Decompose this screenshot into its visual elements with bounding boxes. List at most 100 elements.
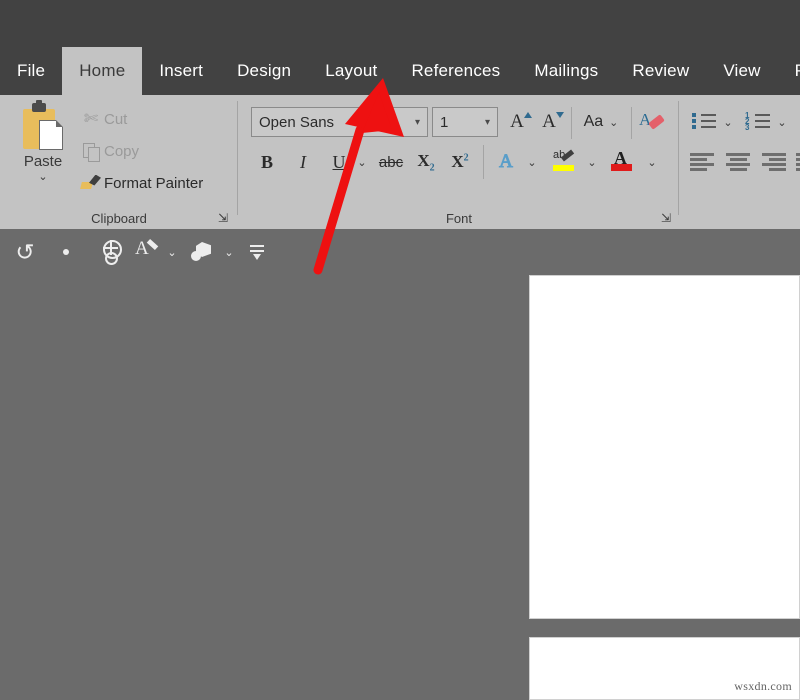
font-group-label: Font [239,211,679,226]
font-name-input[interactable]: Open Sans ▾ [251,107,428,137]
justify-icon [796,152,800,170]
cut-label: Cut [104,111,127,128]
align-right-button[interactable] [760,149,790,173]
clipboard-group-label: Clipboard [0,211,238,226]
tab-design[interactable]: Design [220,47,308,95]
tab-insert[interactable]: Insert [142,47,220,95]
align-center-icon [726,152,752,170]
font-color-dropdown-icon[interactable]: ⌄ [643,149,661,175]
text-style-dropdown-icon[interactable]: ⌄ [163,238,181,266]
align-center-button[interactable] [724,149,754,173]
highlighter-icon: ab [552,149,576,173]
font-name-dropdown-icon[interactable]: ▾ [415,117,427,128]
underline-dropdown-icon[interactable]: ⌄ [353,149,371,175]
group-separator [678,101,679,215]
undo-icon[interactable]: ↺ [12,238,38,266]
tab-file[interactable]: File [0,47,62,95]
font-name-value: Open Sans [252,114,415,131]
underline-button[interactable]: U [325,147,353,177]
ribbon-tab-strip: File Home Insert Design Layout Reference… [0,0,800,95]
scissors-icon: ✄ [78,109,104,129]
shrink-font-button[interactable]: A [536,108,562,136]
separator-dot-icon[interactable] [60,238,72,266]
tab-partial[interactable]: P [778,47,800,95]
subscript-button[interactable]: X2 [411,147,441,177]
font-color-icon: A [611,149,633,173]
tab-view[interactable]: View [706,47,777,95]
justify-button[interactable] [794,149,800,173]
format-painter-icon [78,175,104,192]
watermark-text: wsxdn.com [734,679,792,694]
text-effects-icon: A [499,151,513,173]
shrink-font-icon: A [542,111,556,133]
font-dialog-launcher-icon[interactable]: ⇲ [661,211,671,225]
bullets-button[interactable] [688,109,718,135]
sort-filter-icon[interactable] [246,238,268,266]
text-effects-button[interactable]: A [491,147,521,177]
bold-label: B [261,152,273,173]
underline-label: U [333,152,346,173]
ribbon-group-paragraph: ⌄ 1 2 3 ⌄ [680,95,800,229]
ribbon-group-clipboard: Paste ⌄ ✄ Cut Copy For [0,95,238,229]
font-size-dropdown-icon[interactable]: ▾ [485,117,497,128]
italic-button[interactable]: I [289,147,317,177]
document-page-1[interactable] [529,275,800,619]
text-style-icon[interactable]: A [132,238,160,266]
paste-button-label: Paste [24,153,62,170]
italic-label: I [300,152,306,173]
cut-button[interactable]: ✄ Cut [78,103,233,135]
change-case-dropdown-icon[interactable]: ⌄ [609,116,618,129]
document-canvas[interactable]: wsxdn.com [0,275,800,700]
secondary-toolbar: ↺ A ⌄ ⌄ [0,229,800,275]
strikethrough-button[interactable]: abc [375,147,407,177]
paste-button[interactable]: Paste ⌄ [12,101,74,209]
superscript-label: X2 [451,152,468,172]
paste-icon [21,103,65,151]
numbering-button[interactable]: 1 2 3 [742,109,772,135]
ribbon: Paste ⌄ ✄ Cut Copy For [0,95,800,229]
group-separator [237,101,238,215]
hyperlink-globe-icon[interactable] [98,238,126,266]
change-case-label: Aa [584,113,604,131]
shapes-3d-dropdown-icon[interactable]: ⌄ [220,238,238,266]
subscript-label: X2 [417,151,434,173]
copy-button[interactable]: Copy [78,135,233,167]
align-left-icon [690,152,716,170]
font-separator-1 [571,107,572,139]
clipboard-command-list: ✄ Cut Copy Format Painter [78,103,233,199]
font-color-button[interactable]: A [607,145,637,177]
copy-label: Copy [104,143,139,160]
font-separator-3 [483,145,484,179]
font-size-value: 1 [433,114,485,131]
format-painter-button[interactable]: Format Painter [78,167,233,199]
font-size-input[interactable]: 1 ▾ [432,107,498,137]
tab-review[interactable]: Review [615,47,706,95]
align-right-icon [762,152,788,170]
format-painter-label: Format Painter [104,175,203,192]
strikethrough-label: abc [379,154,403,171]
clipboard-dialog-launcher-icon[interactable]: ⇲ [218,211,228,225]
document-page-2[interactable]: wsxdn.com [529,637,800,700]
superscript-button[interactable]: X2 [445,147,475,177]
numbered-list-icon: 1 2 3 [744,112,770,132]
ribbon-tabs: File Home Insert Design Layout Reference… [0,47,800,95]
align-left-button[interactable] [688,149,718,173]
tab-home[interactable]: Home [62,47,142,95]
change-case-button[interactable]: Aa ⌄ [579,108,623,136]
numbering-dropdown-icon[interactable]: ⌄ [774,111,790,133]
bulleted-list-icon [690,112,716,132]
bullets-dropdown-icon[interactable]: ⌄ [720,111,736,133]
word-application-window: File Home Insert Design Layout Reference… [0,0,800,700]
text-effects-dropdown-icon[interactable]: ⌄ [523,149,541,175]
shapes-3d-icon[interactable] [188,238,216,266]
tab-layout[interactable]: Layout [308,47,394,95]
clear-formatting-button[interactable]: A [637,107,667,137]
grow-font-icon: A [510,111,524,133]
grow-font-button[interactable]: A [504,108,530,136]
highlight-dropdown-icon[interactable]: ⌄ [583,149,601,175]
tab-references[interactable]: References [394,47,517,95]
text-highlight-button[interactable]: ab [549,145,579,177]
paste-dropdown-caret-icon[interactable]: ⌄ [38,173,47,181]
tab-mailings[interactable]: Mailings [517,47,615,95]
bold-button[interactable]: B [253,147,281,177]
